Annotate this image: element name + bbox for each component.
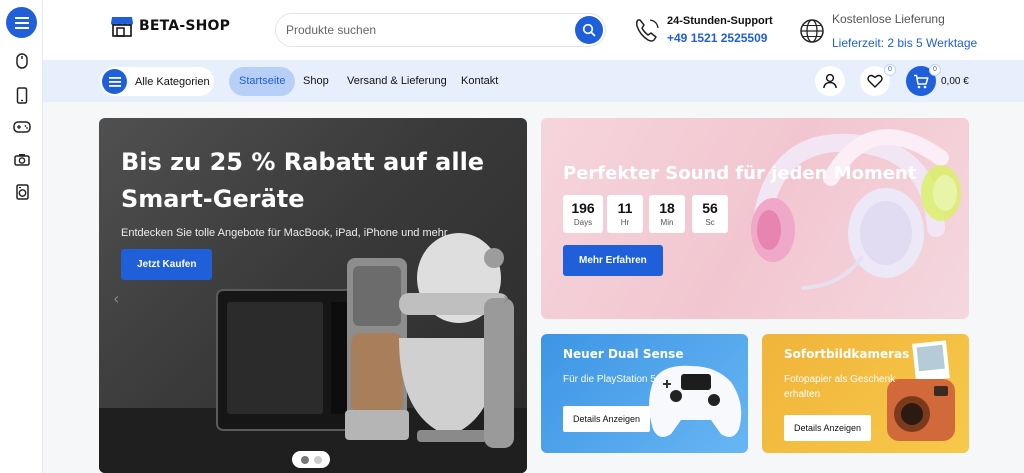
phone-support-icon <box>635 19 659 42</box>
learn-more-button[interactable]: Mehr Erfahren <box>563 245 663 276</box>
carousel-dots <box>292 451 330 468</box>
carousel-dot-2[interactable] <box>313 455 322 464</box>
cart-count-badge: 0 <box>929 64 941 76</box>
svg-text:‹: ‹ <box>113 289 119 308</box>
hero-subtitle: Entdecken Sie tolle Angebote für MacBook… <box>121 227 450 239</box>
countdown-days: 196 Days <box>563 195 603 233</box>
nav-item-versand[interactable]: Versand & Lieferung <box>347 67 447 96</box>
heart-icon <box>867 74 883 88</box>
countdown-seconds: 56 Sc <box>692 195 728 233</box>
dual-sense-banner: Neuer Dual Sense Für die PlayStation 5 D… <box>541 334 748 453</box>
delivery-title: Kostenlose Lieferung <box>832 12 945 26</box>
menu-icon[interactable] <box>6 7 37 38</box>
main-nav: Alle Kategorien Startseite Shop Versand … <box>43 60 1024 102</box>
gamepad-icon[interactable] <box>11 116 33 138</box>
smartphone-icon[interactable] <box>11 84 33 106</box>
account-button[interactable] <box>815 66 845 96</box>
svg-text:›: › <box>503 289 509 308</box>
cart-icon <box>914 74 929 88</box>
washing-machine-icon[interactable] <box>11 181 33 203</box>
search-icon <box>582 23 596 37</box>
nav-item-shop[interactable]: Shop <box>303 67 329 96</box>
search-button[interactable] <box>575 16 603 44</box>
logo[interactable]: BETA-SHOP <box>109 13 230 39</box>
hero-banner: ‹ › Bis zu 25 % Rabatt auf alle Smart-Ge… <box>99 118 527 473</box>
support-phone[interactable]: +49 1521 2525509 <box>667 31 767 45</box>
site-header: BETA-SHOP 24-Stunden-Support +49 1521 25… <box>43 0 1024 60</box>
nav-item-kontakt[interactable]: Kontakt <box>461 67 498 96</box>
countdown-hours: 11 Hr <box>607 195 643 233</box>
cart-total[interactable]: 0,00 € <box>941 67 969 96</box>
instant-camera-details-button[interactable]: Details Anzeigen <box>784 415 872 441</box>
logo-text: BETA-SHOP <box>139 18 231 34</box>
carousel-dot-1[interactable] <box>300 455 309 464</box>
category-rail <box>0 0 43 473</box>
search-bar <box>275 13 606 47</box>
sound-banner: Perfekter Sound für jeden Moment 196 Day… <box>541 118 969 319</box>
dual-sense-details-button[interactable]: Details Anzeigen <box>563 406 651 432</box>
dual-sense-subtitle: Für die PlayStation 5 <box>563 374 656 385</box>
sound-banner-title: Perfekter Sound für jeden Moment <box>563 163 917 184</box>
countdown-minutes: 18 Min <box>649 195 685 233</box>
camera-icon[interactable] <box>11 148 33 170</box>
hero-title: Bis zu 25 % Rabatt auf alle Smart-Geräte <box>121 148 485 213</box>
search-input[interactable] <box>286 14 566 46</box>
support-title: 24-Stunden-Support <box>667 15 773 27</box>
nav-item-startseite[interactable]: Startseite <box>229 67 296 96</box>
instant-camera-subtitle: Fotopapier als Geschenk erhalten <box>784 374 896 400</box>
delivery-time[interactable]: Lieferzeit: 2 bis 5 Werktage <box>832 36 977 50</box>
user-icon <box>823 73 837 89</box>
dual-sense-title: Neuer Dual Sense <box>563 347 684 361</box>
shop-now-button[interactable]: Jetzt Kaufen <box>121 249 213 280</box>
instant-camera-banner: Sofortbildkameras Fotopapier als Geschen… <box>762 334 969 453</box>
globe-icon <box>800 19 824 43</box>
all-categories-button[interactable]: Alle Kategorien <box>100 67 214 96</box>
wishlist-count-badge: 0 <box>884 64 896 76</box>
mouse-icon[interactable] <box>11 50 33 72</box>
shop-logo-icon <box>111 17 133 37</box>
instant-camera-title: Sofortbildkameras <box>784 347 910 361</box>
headphones-image <box>751 129 961 290</box>
menu-icon <box>102 69 127 94</box>
all-categories-label: Alle Kategorien <box>135 75 210 88</box>
